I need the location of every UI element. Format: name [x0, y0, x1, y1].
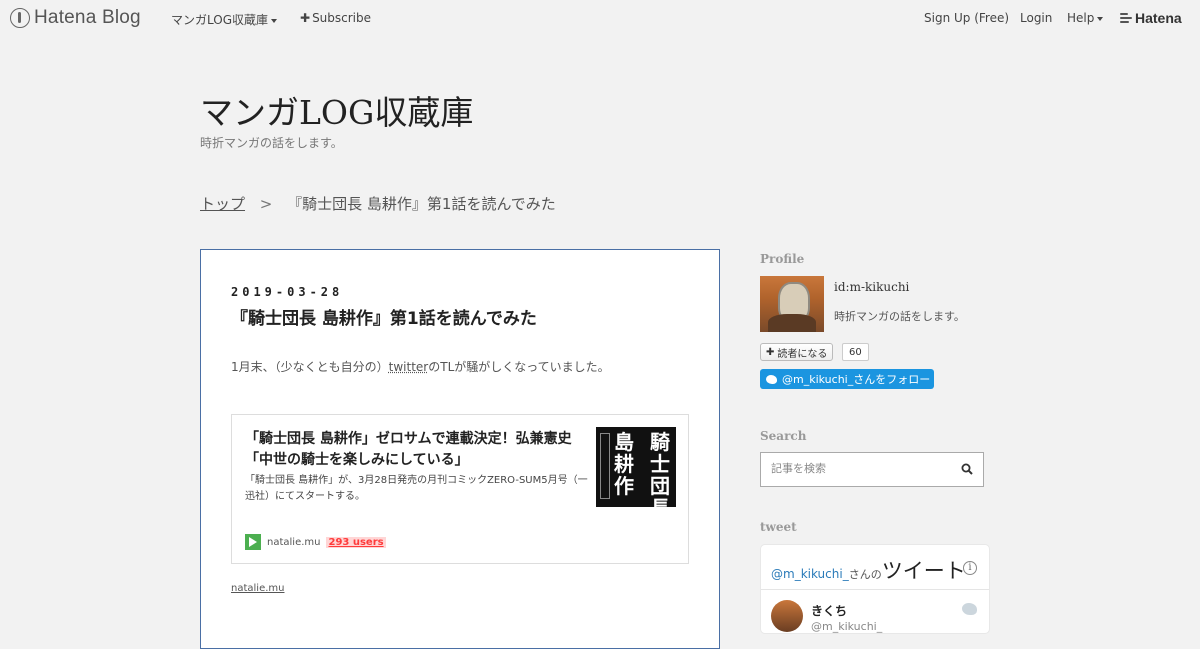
tweet-avatar[interactable]: [771, 600, 803, 632]
hatena-brand-link[interactable]: Hatena: [1120, 10, 1182, 26]
timeline-header: @m_kikuchi_さんのツイート: [771, 555, 966, 585]
reader-button-label: 読者になる: [777, 348, 828, 360]
profile-id[interactable]: id:m-kikuchi: [834, 280, 909, 294]
thumbnail-title-column-1: 騎士団長: [650, 430, 670, 507]
signup-link[interactable]: Sign Up (Free): [924, 11, 1009, 25]
twitter-keyword-link[interactable]: twitter: [389, 360, 429, 374]
profile-heading: Profile: [760, 252, 805, 266]
twitter-bird-icon[interactable]: [962, 603, 977, 615]
timeline-handle[interactable]: @m_kikuchi_: [771, 567, 849, 581]
profile-avatar[interactable]: [760, 276, 824, 332]
subscribe-button[interactable]: ✚ Subscribe: [300, 11, 371, 25]
login-link[interactable]: Login: [1020, 11, 1052, 25]
reader-count: 60: [842, 343, 869, 361]
search-heading: Search: [760, 429, 807, 443]
hatena-logo-icon: [1120, 13, 1132, 23]
timeline-san: さんの: [848, 568, 882, 581]
hatena-brand-label: Hatena: [1135, 10, 1182, 26]
blog-menu-label: マンガLOG収蔵庫: [171, 13, 269, 27]
bookmark-users-badge[interactable]: 293 users: [326, 536, 386, 548]
blog-menu[interactable]: マンガLOG収蔵庫: [171, 11, 278, 28]
embed-site-name[interactable]: natalie.mu: [267, 537, 320, 548]
site-favicon-icon: [245, 534, 261, 550]
blog-description: 時折マンガの話をします。: [200, 136, 343, 150]
thumbnail-side-text: [600, 433, 610, 499]
global-header: Hatena Blog マンガLOG収蔵庫 ✚ Subscribe Sign Up…: [0, 0, 1200, 36]
plus-icon: ✚: [300, 11, 311, 25]
body-text-before: 1月末、（少なくとも自分の）: [231, 360, 389, 374]
twitter-follow-button[interactable]: @m_kikuchi_さんをフォロー: [760, 369, 934, 389]
follow-button-label: @m_kikuchi_さんをフォロー: [782, 373, 931, 386]
twitter-bird-icon: [766, 374, 777, 384]
tweet-heading: tweet: [760, 520, 797, 534]
embed-description: 「騎士団長 島耕作」が、3月28日発売の月刊コミックZERO-SUM5月号（一迅…: [245, 475, 588, 502]
hatena-blog-logo-icon: [10, 8, 30, 28]
timeline-divider: [761, 589, 989, 590]
tweet-author-handle[interactable]: @m_kikuchi_: [811, 620, 882, 633]
entry-article: 2019-03-28 『騎士団長 島耕作』第1話を読んでみた 1月末、（少なくと…: [200, 249, 720, 649]
chevron-down-icon: [271, 18, 278, 23]
help-label: Help: [1067, 11, 1095, 25]
hatena-blog-logo[interactable]: Hatena Blog: [10, 7, 141, 29]
subscribe-reader-button[interactable]: ✚ 読者になる: [760, 343, 834, 361]
info-icon[interactable]: i: [963, 561, 977, 575]
source-link[interactable]: natalie.mu: [231, 583, 284, 594]
subscribe-label: Subscribe: [312, 11, 372, 25]
chevron-down-icon: [1097, 16, 1104, 21]
search-box: [760, 452, 984, 487]
tweet-author-name[interactable]: きくち: [811, 602, 847, 619]
twitter-timeline-widget: @m_kikuchi_さんのツイート i きくち @m_kikuchi_: [760, 544, 990, 634]
plus-icon: ✚: [766, 346, 775, 358]
embed-card[interactable]: 「騎士団長 島耕作」ゼロサムで連載決定！弘兼憲史「中世の騎士を楽しみにしている」…: [231, 414, 689, 564]
profile-description: 時折マンガの話をします。: [834, 310, 965, 323]
blog-title[interactable]: マンガLOG収蔵庫: [200, 86, 473, 134]
breadcrumb-current: 『騎士団長 島耕作』第1話を読んでみた: [287, 195, 556, 213]
embed-footer: natalie.mu 293 users: [245, 534, 386, 550]
search-icon[interactable]: [961, 463, 973, 475]
entry-title[interactable]: 『騎士団長 島耕作』第1話を読んでみた: [231, 304, 537, 329]
entry-date[interactable]: 2019-03-28: [231, 285, 343, 299]
entry-body-text: 1月末、（少なくとも自分の）twitterのTLが騒がしくなっていました。: [231, 358, 610, 375]
body-text-after: のTLが騒がしくなっていました。: [428, 360, 610, 374]
embed-title[interactable]: 「騎士団長 島耕作」ゼロサムで連載決定！弘兼憲史「中世の騎士を楽しみにしている」: [245, 429, 587, 471]
breadcrumb-separator: >: [259, 195, 273, 213]
breadcrumb: トップ > 『騎士団長 島耕作』第1話を読んでみた: [200, 193, 556, 214]
embed-thumbnail[interactable]: 騎士団長 島耕作: [596, 427, 676, 507]
thumbnail-title-column-2: 島耕作: [614, 430, 634, 498]
breadcrumb-top-link[interactable]: トップ: [200, 195, 245, 213]
search-input[interactable]: [771, 462, 951, 475]
help-menu[interactable]: Help: [1067, 11, 1104, 25]
timeline-title: ツイート: [881, 559, 966, 583]
logo-text: Hatena Blog: [34, 7, 141, 28]
